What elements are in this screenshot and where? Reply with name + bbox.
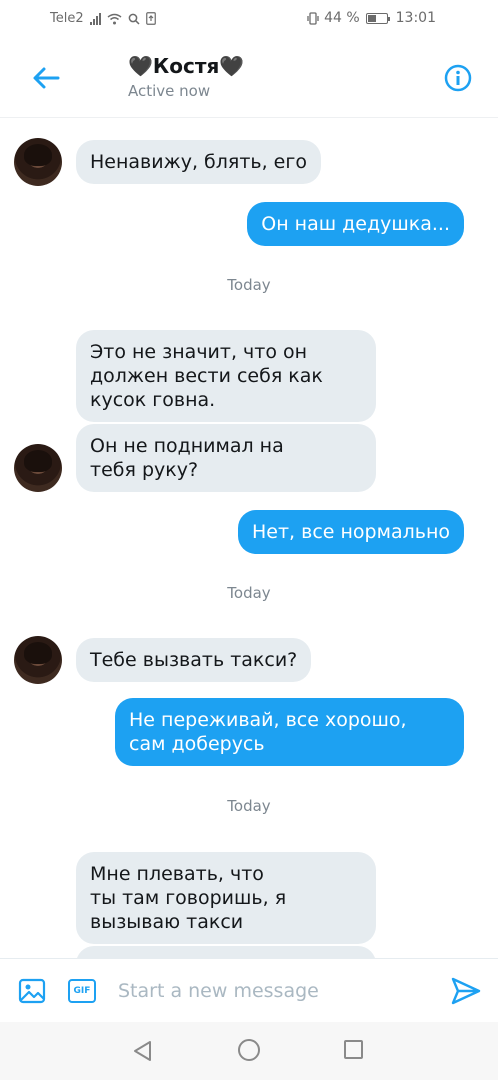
message-bubble-outgoing[interactable]: Нет, все нормально [238, 510, 464, 554]
message-bubble-incoming[interactable]: Он не поднимал на тебя руку? [76, 424, 376, 492]
battery-icon [365, 12, 390, 24]
image-icon[interactable] [18, 977, 46, 1005]
message-input[interactable] [118, 975, 418, 1007]
contact-name: 🖤Костя🖤 [128, 54, 245, 78]
carrier-label: Tele2 [50, 11, 84, 26]
search-icon [128, 13, 140, 25]
message-bubble-incoming[interactable]: Мне плевать, что ты там говоришь, я вызы… [76, 852, 376, 944]
message-bubble-incoming-partial[interactable] [76, 946, 376, 958]
upload-icon [145, 12, 156, 25]
message-list[interactable]: Ненавижу, блять, его Он наш дедушка... T… [0, 118, 498, 958]
status-bar: Tele2 44 % 13:01 [0, 0, 498, 38]
gif-button[interactable]: GIF [68, 979, 96, 1003]
back-arrow-icon[interactable] [30, 62, 62, 94]
message-bubble-incoming[interactable]: Это не значит, что он должен вести себя … [76, 330, 376, 422]
timestamp: Today [227, 797, 271, 815]
timestamp: Today [227, 584, 271, 602]
nav-recents-icon[interactable] [344, 1040, 363, 1059]
contact-avatar[interactable] [14, 444, 62, 492]
message-bubble-incoming[interactable]: Тебе вызвать такси? [76, 638, 312, 682]
message-bubble-outgoing[interactable]: Он наш дедушка... [247, 202, 464, 246]
contact-avatar[interactable] [14, 138, 62, 186]
conversation-header: 🖤Костя🖤 Active now [0, 38, 498, 118]
contact-info[interactable]: 🖤Костя🖤 Active now [128, 54, 244, 100]
contact-avatar[interactable] [14, 636, 62, 684]
send-icon[interactable] [450, 975, 482, 1007]
info-icon[interactable] [444, 64, 472, 92]
vibrate-icon [307, 11, 319, 25]
clock: 13:01 [395, 10, 436, 26]
system-nav-bar [0, 1022, 498, 1080]
battery-percent: 44 % [324, 10, 360, 26]
wifi-icon [107, 13, 122, 24]
nav-home-icon[interactable] [238, 1039, 260, 1061]
presence-status: Active now [128, 82, 211, 100]
timestamp: Today [227, 276, 271, 294]
message-bubble-incoming[interactable]: Ненавижу, блять, его [76, 140, 321, 184]
message-bubble-outgoing[interactable]: Не переживай, все хорошо, сам доберусь [115, 698, 464, 766]
signal-icon [89, 12, 101, 25]
message-composer: GIF [0, 958, 498, 1022]
nav-back-icon[interactable] [132, 1040, 152, 1062]
